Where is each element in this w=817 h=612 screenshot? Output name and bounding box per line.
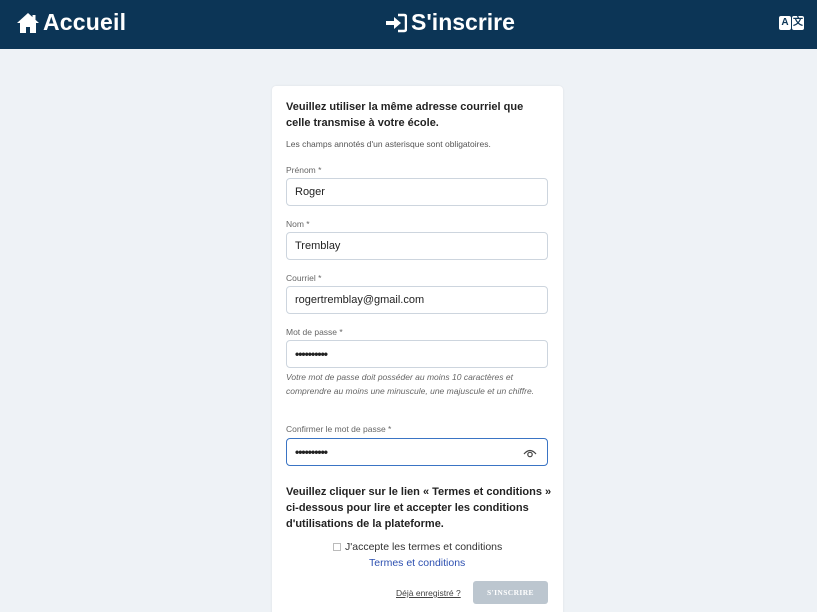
home-label: Accueil [43,9,127,35]
email-field[interactable]: rogertremblay@gmail.com [286,286,548,314]
accept-terms-row[interactable]: J'accepte les termes et conditions [333,541,502,553]
intro-text: Veuillez utiliser la même adresse courri… [286,101,524,129]
last-name-field[interactable]: Tremblay [286,232,548,260]
eye-icon[interactable] [523,447,537,459]
password-label: Mot de passe * [286,327,343,337]
signup-button[interactable]: S'INSCRIRE [473,581,548,604]
accept-terms-label: J'accepte les termes et conditions [345,541,503,553]
already-registered-link[interactable]: Déjà enregistré ? [396,588,461,598]
home-link[interactable]: Accueil [16,9,126,36]
first-name-value: Roger [295,186,325,198]
last-name-value: Tremblay [295,240,341,252]
accept-terms-checkbox[interactable] [333,543,341,551]
translate-icon-b: 文 [792,16,804,30]
first-name-field[interactable]: Roger [286,178,548,206]
confirm-password-field[interactable]: •••••••••• [286,438,548,466]
first-name-label: Prénom * [286,165,322,175]
email-value: rogertremblay@gmail.com [295,294,425,306]
sign-in-icon [386,13,407,32]
terms-paragraph: Veuillez cliquer sur le lien « Termes et… [286,486,552,530]
translate-icon[interactable]: A 文 [779,16,804,30]
page-title: S'inscrire [385,9,515,36]
page-title-text: S'inscrire [411,9,515,35]
password-value: •••••••••• [295,347,328,361]
email-label: Courriel * [286,273,322,283]
password-hint: Votre mot de passe doit posséder au moin… [286,372,535,396]
required-note: Les champs annotés d'un asterisque sont … [286,139,491,149]
confirm-password-label: Confirmer le mot de passe * [286,424,392,434]
confirm-password-value: •••••••••• [295,445,328,459]
last-name-label: Nom * [286,219,310,229]
top-navbar: Accueil S'inscrire A 文 [0,0,817,49]
home-icon [17,12,39,33]
translate-icon-a: A [779,16,791,30]
password-field[interactable]: •••••••••• [286,340,548,368]
terms-link[interactable]: Termes et conditions [369,557,465,569]
